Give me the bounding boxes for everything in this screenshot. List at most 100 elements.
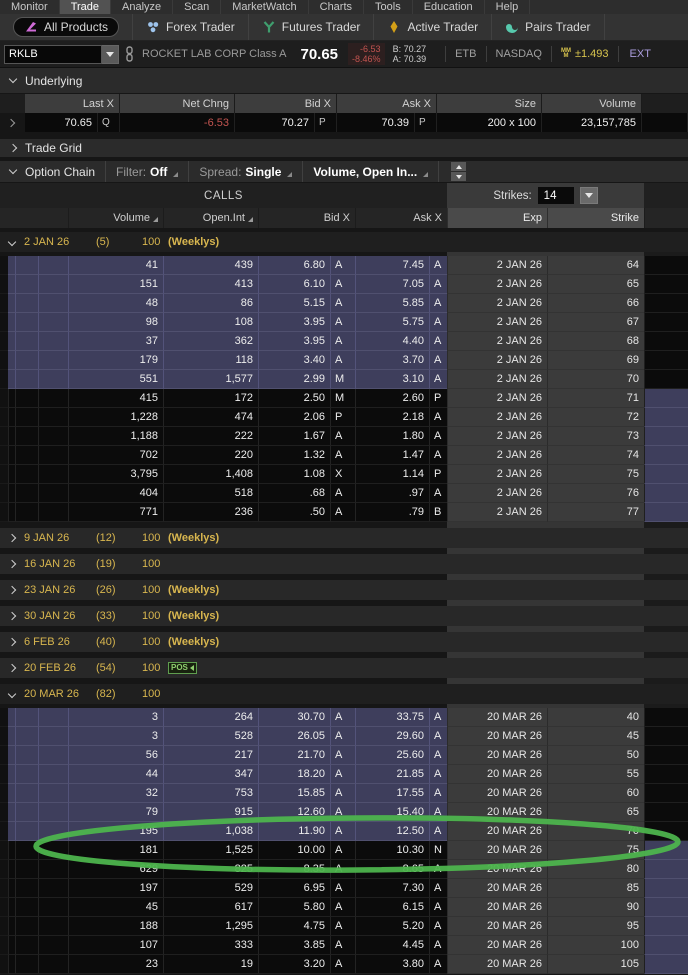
column-header-volume[interactable]: Volume <box>68 208 163 228</box>
column-header-size[interactable]: Size <box>437 94 542 113</box>
column-header-last-x[interactable]: Last X <box>25 94 120 113</box>
column-header-net-chng[interactable]: Net Chng <box>120 94 235 113</box>
toolbar-item-forex-trader[interactable]: Forex Trader <box>133 14 249 40</box>
option-row-20-mar-26-strike-85[interactable]: 1975296.95A7.30A20 MAR 2685 <box>0 879 688 898</box>
bid-cell: 3.40 <box>258 351 330 370</box>
option-row-2-jan-26-strike-66[interactable]: 48865.15A5.85A2 JAN 2666 <box>0 294 688 313</box>
bid-exchange-cell: A <box>330 860 355 879</box>
spinner-down-button[interactable] <box>451 172 466 181</box>
open-interest-cell: 347 <box>163 765 258 784</box>
toolbar-item-all-products[interactable]: All Products <box>0 14 133 40</box>
menu-item-monitor[interactable]: Monitor <box>0 0 60 14</box>
option-row-20-mar-26-strike-70[interactable]: 1951,03811.90A12.50A20 MAR 2670 <box>0 822 688 841</box>
layout-dropdown[interactable]: Volume, Open In... <box>313 165 428 179</box>
option-row-20-mar-26-strike-90[interactable]: 456175.80A6.15A20 MAR 2690 <box>0 898 688 917</box>
expiration-cell: 20 MAR 26 <box>447 860 547 879</box>
strikes-count-value[interactable]: 14 <box>538 187 574 204</box>
option-row-2-jan-26-strike-76[interactable]: 404518.68A.97A2 JAN 2676 <box>0 484 688 503</box>
menu-item-analyze[interactable]: Analyze <box>111 0 173 14</box>
row-expander[interactable] <box>0 113 25 132</box>
strikes-label: Strikes: <box>493 190 531 202</box>
expiration-group-20-feb-26[interactable]: 20 FEB 26(54)100POS <box>0 658 688 678</box>
trade-grid-section-header[interactable]: Trade Grid <box>0 139 688 158</box>
column-header-open-int[interactable]: Open.Int <box>163 208 258 228</box>
link-icon[interactable] <box>125 46 134 62</box>
strikes-dropdown-button[interactable] <box>580 187 598 204</box>
ask-cell: 6.15 <box>355 898 429 917</box>
option-row-2-jan-26-strike-70[interactable]: 5511,5772.99M3.10A2 JAN 2670 <box>0 370 688 389</box>
column-header-volume[interactable]: Volume <box>542 94 642 113</box>
expiration-group-20-mar-26[interactable]: 20 MAR 26(82)100 <box>0 684 688 704</box>
option-row-20-mar-26-strike-60[interactable]: 3275315.85A17.55A20 MAR 2660 <box>0 784 688 803</box>
option-row-2-jan-26-strike-69[interactable]: 1791183.40A3.70A2 JAN 2669 <box>0 351 688 370</box>
option-row-2-jan-26-strike-74[interactable]: 7022201.32A1.47A2 JAN 2674 <box>0 446 688 465</box>
option-row-20-mar-26-strike-55[interactable]: 4434718.20A21.85A20 MAR 2655 <box>0 765 688 784</box>
column-header-ask-x[interactable]: Ask X <box>355 208 447 228</box>
menu-item-help[interactable]: Help <box>485 0 531 14</box>
option-row-20-mar-26-strike-50[interactable]: 5621721.70A25.60A20 MAR 2650 <box>0 746 688 765</box>
menu-item-marketwatch[interactable]: MarketWatch <box>221 0 308 14</box>
strike-cell: 67 <box>547 313 644 332</box>
spread-dropdown[interactable]: Spread: Single <box>199 165 292 179</box>
underlying-quote-row[interactable]: 70.65 Q -6.53 70.27 P 70.39 P 200 x 100 … <box>0 113 688 132</box>
option-row-2-jan-26-strike-72[interactable]: 1,2284742.06P2.18A2 JAN 2672 <box>0 408 688 427</box>
column-header-strike[interactable]: Strike <box>547 208 644 228</box>
symbol-dropdown-button[interactable] <box>102 45 119 64</box>
spacer-cell <box>8 765 15 784</box>
column-header-ask-x[interactable]: Ask X <box>337 94 437 113</box>
option-row-20-mar-26-strike-45[interactable]: 352826.05A29.60A20 MAR 2645 <box>0 727 688 746</box>
option-row-20-mar-26-strike-100[interactable]: 1073333.85A4.45A20 MAR 26100 <box>0 936 688 955</box>
toolbar-item-pairs-trader[interactable]: Pairs Trader <box>492 14 604 40</box>
column-header-bid-x[interactable]: Bid X <box>235 94 337 113</box>
option-row-2-jan-26-strike-71[interactable]: 4151722.50M2.60P2 JAN 2671 <box>0 389 688 408</box>
expiration-group-16-jan-26[interactable]: 16 JAN 26(19)100 <box>0 554 688 574</box>
spacer-cell <box>15 389 38 408</box>
option-row-2-jan-26-strike-75[interactable]: 3,7951,4081.08X1.14P2 JAN 2675 <box>0 465 688 484</box>
option-row-2-jan-26-strike-73[interactable]: 1,1882221.67A1.80A2 JAN 2673 <box>0 427 688 446</box>
puts-side-sliver <box>644 841 688 860</box>
bid-exchange-cell: A <box>330 294 355 313</box>
option-row-20-mar-26-strike-95[interactable]: 1881,2954.75A5.20A20 MAR 2695 <box>0 917 688 936</box>
market-maker-move[interactable]: MMM ±1.493 <box>561 48 609 60</box>
option-row-2-jan-26-strike-64[interactable]: 414396.80A7.45A2 JAN 2664 <box>0 256 688 275</box>
option-row-2-jan-26-strike-68[interactable]: 373623.95A4.40A2 JAN 2668 <box>0 332 688 351</box>
menu-item-scan[interactable]: Scan <box>173 0 221 14</box>
spacer-cell <box>38 708 68 727</box>
option-row-2-jan-26-strike-67[interactable]: 981083.95A5.75A2 JAN 2667 <box>0 313 688 332</box>
option-row-20-mar-26-strike-105[interactable]: 23193.20A3.80A20 MAR 26105 <box>0 955 688 974</box>
volume-cell: 629 <box>68 860 163 879</box>
menu-item-education[interactable]: Education <box>413 0 485 14</box>
menu-item-trade[interactable]: Trade <box>60 0 111 14</box>
open-interest-cell: 264 <box>163 708 258 727</box>
bid-exchange-cell: A <box>330 841 355 860</box>
option-row-20-mar-26-strike-80[interactable]: 6298258.35A8.65A20 MAR 2680 <box>0 860 688 879</box>
spacer-cell <box>38 746 68 765</box>
menu-item-charts[interactable]: Charts <box>309 0 364 14</box>
puts-side-sliver <box>644 784 688 803</box>
spinner-up-button[interactable] <box>451 162 466 171</box>
option-row-20-mar-26-strike-65[interactable]: 7991512.60A15.40A20 MAR 2665 <box>0 803 688 822</box>
expiration-group-23-jan-26[interactable]: 23 JAN 26(26)100(Weeklys) <box>0 580 688 600</box>
expiration-group-2-jan-26[interactable]: 2 JAN 26(5)100(Weeklys) <box>0 232 688 252</box>
expiration-group-9-jan-26[interactable]: 9 JAN 26(12)100(Weeklys) <box>0 528 688 548</box>
option-row-2-jan-26-strike-65[interactable]: 1514136.10A7.05A2 JAN 2665 <box>0 275 688 294</box>
row-edge <box>0 370 8 389</box>
column-header-bid-x[interactable]: Bid X <box>258 208 355 228</box>
expiration-group-6-feb-26[interactable]: 6 FEB 26(40)100(Weeklys) <box>0 632 688 652</box>
option-row-20-mar-26-strike-40[interactable]: 326430.70A33.75A20 MAR 2640 <box>0 708 688 727</box>
option-row-20-mar-26-strike-75[interactable]: 1811,52510.00A10.30N20 MAR 2675 <box>0 841 688 860</box>
menu-item-tools[interactable]: Tools <box>364 0 413 14</box>
symbol-input[interactable] <box>4 45 102 64</box>
ask-cell: 3.80 <box>355 955 429 974</box>
column-header-exp[interactable]: Exp <box>447 208 547 228</box>
expiration-group-30-jan-26[interactable]: 30 JAN 26(33)100(Weeklys) <box>0 606 688 626</box>
underlying-section-header[interactable]: Underlying <box>0 68 688 94</box>
option-row-2-jan-26-strike-77[interactable]: 771236.50A.79B2 JAN 2677 <box>0 503 688 522</box>
ask-exchange-cell: A <box>429 446 447 465</box>
option-chain-toggle[interactable]: Option Chain <box>0 165 95 179</box>
toolbar-item-active-trader[interactable]: Active Trader <box>374 14 492 40</box>
filter-dropdown[interactable]: Filter: Off <box>116 165 178 179</box>
toolbar-item-futures-trader[interactable]: Futures Trader <box>249 14 375 40</box>
spacer-cell <box>15 936 38 955</box>
volume-value: 23,157,785 <box>542 113 642 132</box>
